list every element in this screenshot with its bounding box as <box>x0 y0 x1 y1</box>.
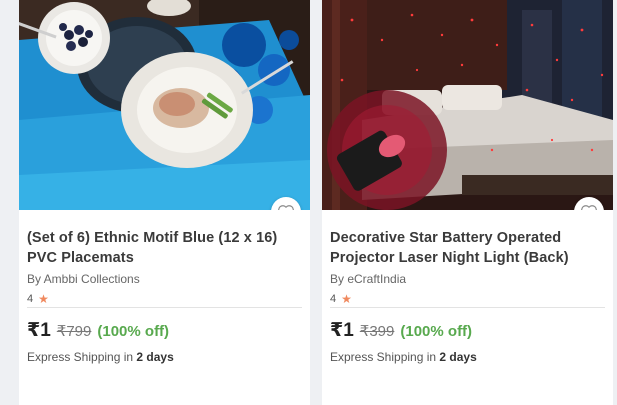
rating: 4 ★ <box>27 291 302 307</box>
divider <box>27 307 302 308</box>
original-price: ₹399 <box>359 323 395 340</box>
price-row: ₹1 ₹399 (100% off) <box>330 319 605 341</box>
brand-name: By eCraftIndia <box>330 272 407 286</box>
shipping-info: Express Shipping in 2 days <box>27 350 302 364</box>
discount-label: (100% off) <box>400 323 473 340</box>
product-card[interactable]: (Set of 6) Ethnic Motif Blue (12 x 16) P… <box>19 0 310 405</box>
heart-outline-icon <box>278 205 294 210</box>
night-light-photo <box>322 0 613 210</box>
shipping-prefix: Express Shipping in <box>330 350 437 364</box>
product-title[interactable]: Decorative Star Battery Operated Project… <box>330 228 605 268</box>
product-card[interactable]: Decorative Star Battery Operated Project… <box>322 0 613 405</box>
placemat-photo <box>19 0 310 210</box>
price-row: ₹1 ₹799 (100% off) <box>27 319 302 341</box>
selling-price: ₹1 <box>330 320 354 341</box>
selling-price: ₹1 <box>27 320 51 341</box>
product-image[interactable] <box>322 0 613 210</box>
product-title[interactable]: (Set of 6) Ethnic Motif Blue (12 x 16) P… <box>27 228 302 268</box>
rating-value: 4 <box>330 293 337 305</box>
shipping-days: 2 days <box>136 350 174 364</box>
shipping-info: Express Shipping in 2 days <box>330 350 605 364</box>
product-image[interactable] <box>19 0 310 210</box>
discount-label: (100% off) <box>97 323 170 340</box>
star-icon: ★ <box>341 292 352 306</box>
original-price: ₹799 <box>56 323 92 340</box>
rating: 4 ★ <box>330 291 605 307</box>
brand-name: By Ambbi Collections <box>27 272 140 286</box>
divider <box>330 307 605 308</box>
shipping-prefix: Express Shipping in <box>27 350 134 364</box>
shipping-days: 2 days <box>439 350 477 364</box>
rating-value: 4 <box>27 293 34 305</box>
heart-outline-icon <box>581 205 597 210</box>
star-icon: ★ <box>38 292 49 306</box>
